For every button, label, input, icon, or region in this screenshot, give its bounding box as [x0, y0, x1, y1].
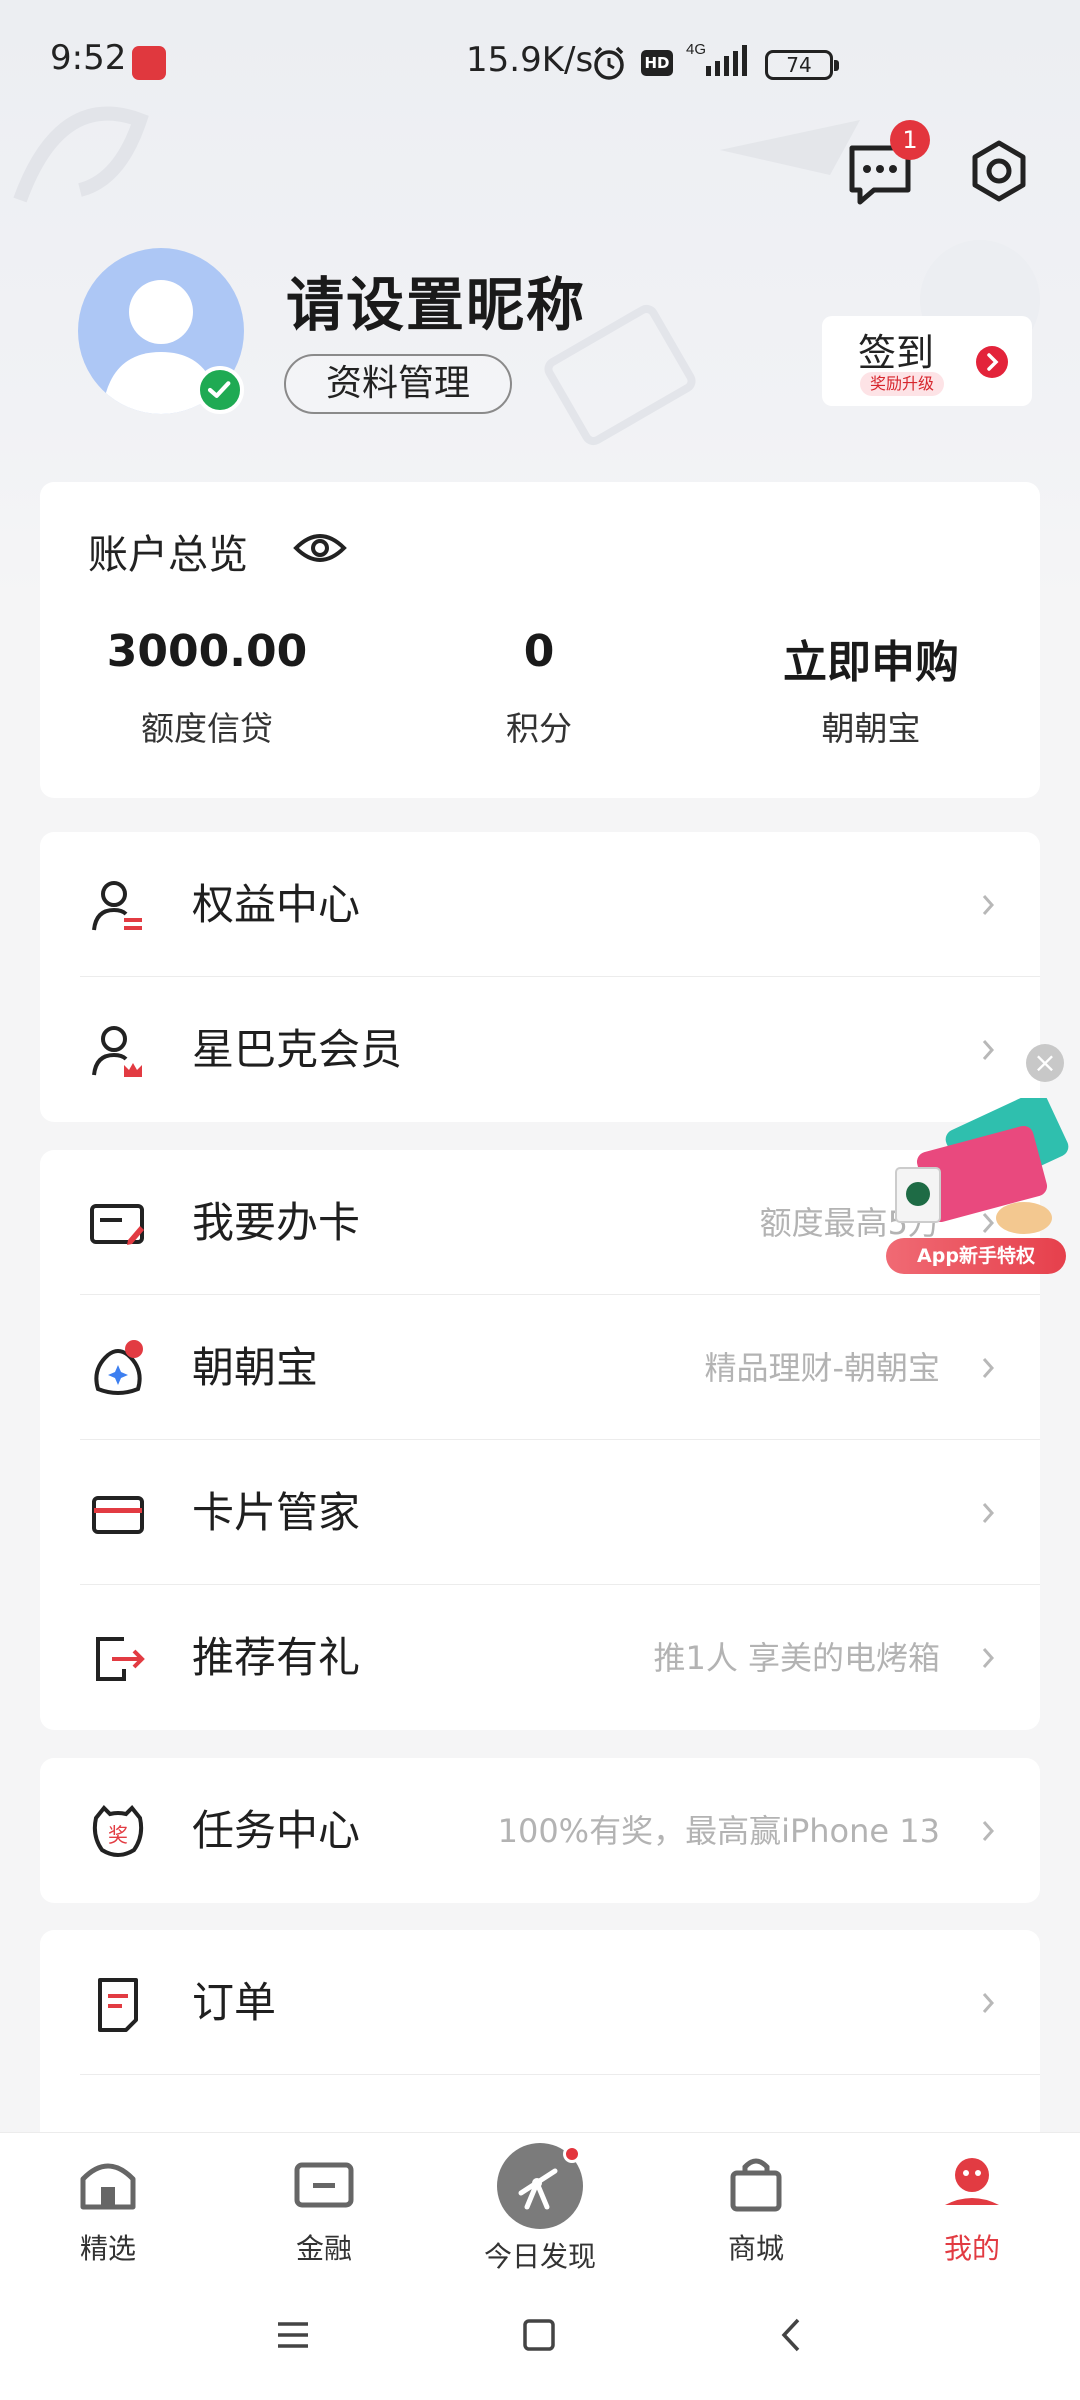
tab-label: 商城: [727, 2232, 784, 2265]
tab-label: 精选: [79, 2232, 136, 2265]
row-card-manager[interactable]: 卡片管家: [40, 1440, 1040, 1585]
user-crown-icon: [92, 1026, 142, 1077]
promo-banner: App新手特权: [886, 1238, 1066, 1274]
system-navigation-bar: [0, 2270, 1080, 2400]
chevron-right-icon: [982, 1821, 995, 1841]
shopping-bag-icon: [730, 2158, 782, 2212]
orders-group: 订单: [40, 1930, 1040, 2150]
account-overview-card: 账户总览 3000.00 额度信贷 0 积分 立即申购 朝朝宝: [40, 482, 1040, 798]
svg-text:奖: 奖: [108, 1823, 128, 1847]
battery-icon: 74: [765, 50, 839, 80]
credit-limit-value: 3000.00: [106, 626, 308, 677]
card-apply-icon: [90, 1204, 144, 1245]
eye-icon[interactable]: [292, 528, 348, 568]
row-hint: 精品理财-朝朝宝: [704, 1349, 940, 1387]
message-badge: 1: [890, 120, 930, 160]
divider: [80, 2074, 1040, 2075]
hd-icon: HD: [641, 50, 673, 76]
status-bar: 9:52 15.9K/s HD 4G 74: [0, 0, 1080, 130]
points-label: 积分: [506, 709, 572, 748]
alarm-icon: [594, 46, 624, 80]
tab-mall[interactable]: 商城: [676, 2151, 836, 2267]
bottom-navigation: 精选 金融 今日发现 商城 我的: [0, 2132, 1080, 2273]
benefits-group: 权益中心 星巴克会员: [40, 832, 1040, 1122]
row-label: 我要办卡: [192, 1198, 361, 1247]
card-icon: [92, 1496, 144, 1534]
row-hint: 推1人 享美的电烤箱: [653, 1639, 940, 1677]
signin-reward-tag: 奖励升级: [860, 372, 945, 396]
chevron-right-icon: [982, 1358, 995, 1378]
row-label: 权益中心: [192, 880, 361, 929]
verified-check-icon: [196, 366, 244, 414]
points-value: 0: [523, 626, 555, 677]
order-document-icon: [98, 1978, 138, 2032]
network-type: 4G: [686, 41, 706, 58]
chevron-right-icon: [982, 1040, 995, 1060]
row-label: 订单: [192, 1978, 277, 2027]
money-bag-icon: [94, 1340, 143, 1395]
chevron-right-icon: [982, 1993, 995, 2013]
home-icon: [80, 2163, 136, 2210]
promo-widget[interactable]: App新手特权: [882, 1091, 1072, 1278]
row-label: 任务中心: [192, 1806, 361, 1855]
discover-badge-dot: [563, 2145, 581, 2163]
credit-limit-label: 额度信贷: [141, 709, 273, 748]
nickname[interactable]: 请设置昵称: [286, 258, 586, 342]
zhaozhaobao-purchase[interactable]: 立即申购 朝朝宝: [706, 626, 1036, 750]
points[interactable]: 0 积分: [374, 626, 704, 750]
tab-label: 我的: [943, 2232, 1000, 2265]
account-overview-title: 账户总览: [88, 532, 248, 578]
signin-label: 签到: [858, 331, 935, 375]
chevron-right-icon: [982, 895, 995, 915]
row-task-center[interactable]: 奖 任务中心 100%有奖，最高赢iPhone 13: [40, 1758, 1040, 1903]
back-icon[interactable]: [770, 2312, 816, 2358]
signal-icon: 4G: [686, 41, 747, 76]
tab-label: 今日发现: [483, 2240, 596, 2273]
menu-icon[interactable]: [270, 2312, 316, 2358]
reward-cat-icon: 奖: [92, 1805, 144, 1857]
share-exit-icon: [96, 1637, 145, 1681]
home-square-icon[interactable]: [516, 2312, 562, 2358]
tab-label: 金融: [295, 2232, 352, 2265]
status-time: 9:52: [50, 38, 127, 78]
tab-mine[interactable]: 我的: [892, 2151, 1052, 2267]
profile-management-button[interactable]: 资料管理: [284, 354, 512, 414]
tasks-group: 奖 任务中心 100%有奖，最高赢iPhone 13: [40, 1758, 1040, 1903]
tab-finance[interactable]: 金融: [244, 2151, 404, 2267]
chevron-right-icon: [982, 1648, 995, 1668]
chevron-right-icon: [976, 346, 1008, 378]
credit-limit[interactable]: 3000.00 额度信贷: [42, 626, 372, 750]
row-orders[interactable]: 订单: [40, 1930, 1040, 2075]
tab-discover[interactable]: 今日发现: [460, 2143, 620, 2275]
wallet-icon: [294, 2162, 354, 2208]
row-hint: 100%有奖，最高赢iPhone 13: [497, 1812, 940, 1850]
settings-icon[interactable]: [966, 138, 1032, 204]
row-zhaozhaobao[interactable]: 朝朝宝 精品理财-朝朝宝: [40, 1295, 1040, 1440]
row-label: 星巴克会员: [192, 1025, 403, 1074]
row-label: 朝朝宝: [192, 1343, 319, 1392]
status-network-speed: 15.9K/s: [466, 40, 594, 80]
tab-featured[interactable]: 精选: [28, 2151, 188, 2267]
user-benefits-icon: [92, 881, 142, 931]
row-label: 推荐有礼: [192, 1633, 361, 1682]
gift-cards-image: [895, 1091, 1069, 1234]
row-referral[interactable]: 推荐有礼 推1人 享美的电烤箱: [40, 1585, 1040, 1730]
telescope-icon: [497, 2143, 583, 2229]
row-benefits-center[interactable]: 权益中心: [40, 832, 1040, 977]
app-notification-icon: [132, 46, 166, 80]
profile-mascot-icon: [945, 2158, 999, 2205]
promo-close-button[interactable]: ×: [1026, 1044, 1064, 1082]
signin-button[interactable]: 签到 奖励升级: [822, 316, 1032, 406]
zhaozhaobao-label: 朝朝宝: [821, 709, 921, 748]
zhaozhaobao-value: 立即申购: [783, 637, 959, 688]
row-label: 卡片管家: [192, 1488, 361, 1537]
chevron-right-icon: [982, 1503, 995, 1523]
